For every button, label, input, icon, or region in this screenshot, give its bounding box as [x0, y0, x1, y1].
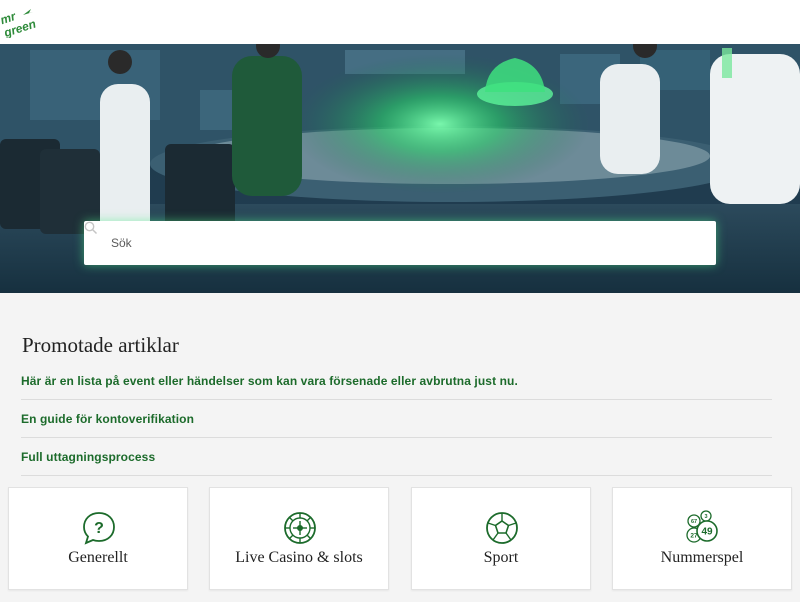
category-label: Sport	[483, 549, 519, 566]
ball-number: 67	[691, 519, 697, 525]
promoted-article-item: Här är en lista på event eller händelser…	[21, 362, 772, 400]
promoted-article-link-events[interactable]: Här är en lista på event eller händelser…	[21, 374, 518, 388]
lottery-balls-icon: 67 3 27 49	[686, 510, 718, 543]
search-icon	[84, 221, 98, 235]
category-card-number-games[interactable]: 67 3 27 49 Nummerspel	[612, 487, 792, 590]
promoted-articles-title: Promotade artiklar	[22, 333, 179, 357]
category-label: Generellt	[68, 549, 128, 566]
category-card-live-casino-slots[interactable]: Live Casino & slots	[209, 487, 389, 590]
search-input[interactable]	[84, 221, 716, 265]
ball-number: 49	[701, 527, 713, 538]
ball-number: 27	[690, 533, 698, 540]
promoted-articles-list: Här är en lista på event eller händelser…	[21, 362, 772, 476]
category-label: Nummerspel	[660, 549, 744, 566]
category-card-general[interactable]: ? Generellt	[8, 487, 188, 590]
hero-banner	[0, 44, 800, 293]
promoted-article-link-withdrawal[interactable]: Full uttagningsprocess	[21, 450, 155, 464]
promoted-article-link-verification[interactable]: En guide för kontoverifikation	[21, 412, 194, 426]
roulette-icon	[284, 512, 316, 544]
category-label: Live Casino & slots	[235, 549, 363, 566]
mr-green-logo[interactable]: mr green	[0, 6, 40, 41]
promoted-article-item: Full uttagningsprocess	[21, 438, 772, 476]
top-bar: mr green	[0, 0, 800, 44]
question-icon: ?	[83, 512, 115, 545]
category-cards: ? Generellt Live Casino & slots Sport 67…	[8, 487, 792, 590]
promoted-article-item: En guide för kontoverifikation	[21, 400, 772, 438]
svg-text:?: ?	[94, 520, 104, 537]
category-card-sport[interactable]: Sport	[411, 487, 591, 590]
search-bar[interactable]	[84, 221, 716, 265]
football-icon	[486, 512, 518, 544]
ball-number: 3	[704, 514, 707, 520]
